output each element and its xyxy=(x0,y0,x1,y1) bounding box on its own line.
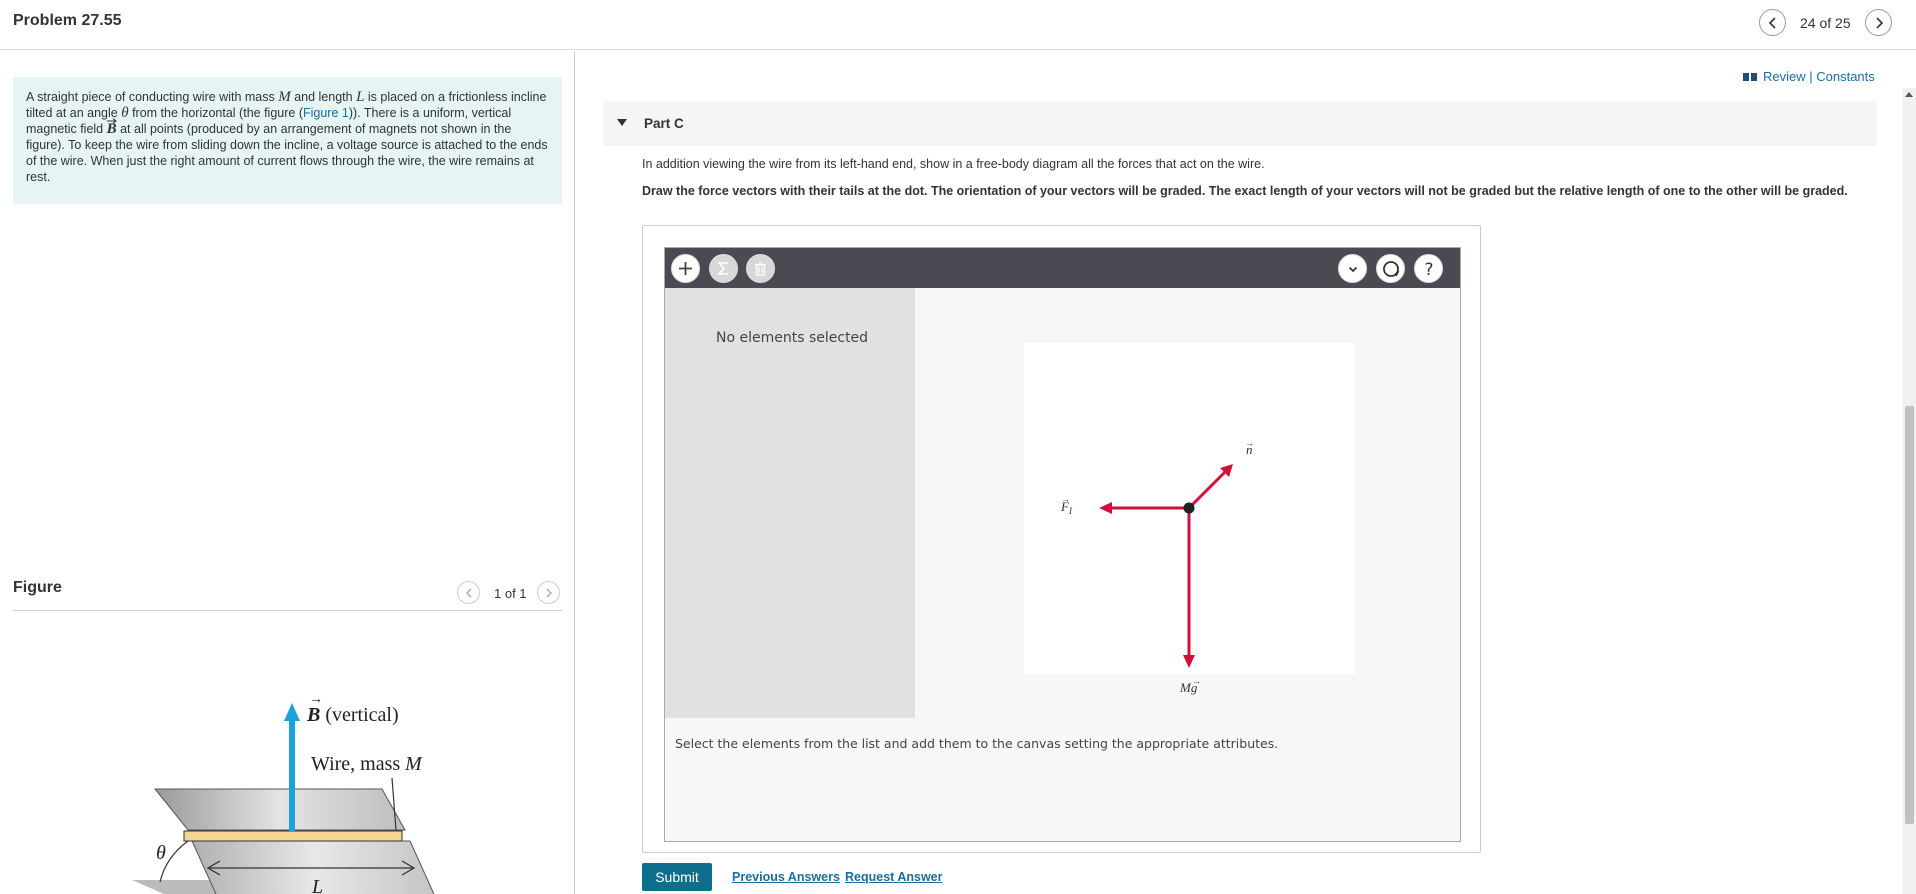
submit-button[interactable]: Submit xyxy=(642,863,712,891)
part-c-header[interactable]: Part C xyxy=(603,101,1877,146)
magnetic-force-arrowhead xyxy=(1099,502,1112,514)
question-icon: ? xyxy=(1424,260,1433,279)
delete-button[interactable] xyxy=(746,254,775,283)
left-panel: A straight piece of conducting wire with… xyxy=(0,51,575,894)
reset-button[interactable] xyxy=(1376,254,1405,283)
next-problem-button[interactable] xyxy=(1865,9,1892,36)
sigma-icon xyxy=(717,262,728,275)
reset-icon xyxy=(1382,260,1399,277)
field-arrowhead xyxy=(284,703,300,721)
intro-text: from the horizontal (the figure ( xyxy=(128,106,303,120)
next-figure-button[interactable] xyxy=(537,581,560,604)
wire-label: Wire, mass M xyxy=(311,753,423,775)
no-elements-text: No elements selected xyxy=(716,330,869,346)
vector-arrow-icon xyxy=(106,118,117,124)
vector-drawing-tool: ? No elements selected n → FI → Mg → Sel… xyxy=(642,225,1481,853)
problem-intro: A straight piece of conducting wire with… xyxy=(13,77,562,204)
intro-symbol-theta: θ xyxy=(121,105,129,121)
scroll-up-icon[interactable] xyxy=(1905,92,1913,97)
figure-header: Figure 1 of 1 xyxy=(13,577,562,611)
problem-title: Problem 27.55 xyxy=(13,12,122,29)
chevron-right-icon xyxy=(1875,16,1883,29)
length-label: L xyxy=(311,876,323,894)
figure-title: Figure xyxy=(13,579,62,596)
status-message: Select the elements from the list and ad… xyxy=(675,736,1279,751)
request-answer-link[interactable]: Request Answer xyxy=(845,870,942,884)
plus-icon xyxy=(679,262,692,275)
trash-icon xyxy=(755,261,766,276)
element-list-panel: No elements selected xyxy=(665,288,915,718)
sum-vectors-button[interactable] xyxy=(709,254,738,283)
weight-arrowhead xyxy=(1183,655,1195,668)
figure-pager: 1 of 1 xyxy=(494,586,527,601)
normal-force-arrow-mark: → xyxy=(1245,438,1254,448)
canvas-vectors: n → FI → Mg → xyxy=(1060,438,1254,695)
previous-answers-link[interactable]: Previous Answers xyxy=(732,870,840,884)
incline-upper-surface xyxy=(153,788,406,831)
incline-figure: → B (vertical) Wire, mass M θ L xyxy=(132,692,435,894)
constants-link[interactable]: Constants xyxy=(1816,69,1875,84)
part-bold-instruction: Draw the force vectors with their tails … xyxy=(642,184,1848,198)
intro-text: A straight piece of conducting wire with… xyxy=(26,90,279,104)
chevron-left-icon xyxy=(1768,16,1776,29)
book-icon xyxy=(1743,72,1757,81)
magnetic-force-arrow-mark: → xyxy=(1061,494,1070,504)
review-link[interactable]: Review xyxy=(1763,69,1806,84)
tool-frame: ? No elements selected n → FI → Mg → Sel… xyxy=(664,247,1461,842)
chevron-left-icon xyxy=(465,588,471,597)
prev-figure-button[interactable] xyxy=(457,581,480,604)
weight-arrow-mark: → xyxy=(1192,676,1201,686)
review-constants-links: Review | Constants xyxy=(1743,69,1875,84)
chevron-right-icon xyxy=(546,588,552,597)
svg-text:?: ? xyxy=(1424,260,1433,279)
help-button[interactable]: ? xyxy=(1414,254,1443,283)
caret-down-icon xyxy=(617,119,627,126)
link-separator: | xyxy=(1805,69,1817,84)
field-label: B (vertical) xyxy=(306,704,399,726)
dropdown-button[interactable] xyxy=(1338,254,1367,283)
figure-link[interactable]: Figure 1 xyxy=(303,106,349,120)
theta-label: θ xyxy=(156,842,166,864)
scroll-thumb[interactable] xyxy=(1905,406,1914,824)
part-label: Part C xyxy=(644,116,684,131)
part-instruction: In addition viewing the wire from its le… xyxy=(642,157,1265,171)
intro-text: and length xyxy=(290,90,357,104)
header: Problem 27.55 24 of 25 xyxy=(0,0,1916,50)
tail-dot xyxy=(1183,502,1195,514)
chevron-down-icon xyxy=(1348,266,1357,272)
page-scrollbar[interactable] xyxy=(1903,88,1916,894)
normal-force-vector[interactable] xyxy=(1187,468,1229,510)
intro-symbol-M: M xyxy=(278,89,291,105)
problem-pager: 24 of 25 xyxy=(1800,15,1851,31)
add-element-button[interactable] xyxy=(671,254,700,283)
prev-problem-button[interactable] xyxy=(1759,9,1786,36)
tool-toolbar: ? xyxy=(665,248,1460,288)
wire-bar xyxy=(183,830,403,842)
